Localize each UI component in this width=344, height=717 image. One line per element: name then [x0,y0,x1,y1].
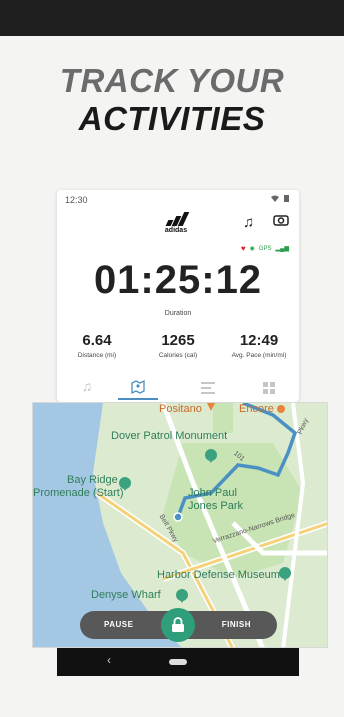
map-label-monument: Dover Patrol Monument [111,430,228,442]
stat-label: Avg. Pace (min/mi) [231,352,287,359]
map-label-wharf: Denyse Wharf [91,589,161,601]
stat-value: 1265 [161,332,195,349]
map-label-park-1: John Paul [188,487,237,499]
status-time: 12:30 [65,195,88,205]
tab-bar: ♫ [57,376,299,402]
phone-screen: 12:30 adidas ♫ ♥ ◉ GPS ▂▄▆ 01:25:12 Dura… [57,190,299,402]
music-tab-icon[interactable]: ♫ [67,378,107,398]
gps-status: ♥ ◉ GPS ▂▄▆ [241,244,289,253]
map-label-bay-ridge: Bay Ridge [67,474,118,486]
headline-line-2: ACTIVITIES [78,100,266,137]
music-icon[interactable]: ♫ [243,214,254,231]
map-label-encore: Encore [239,403,274,415]
duration-value: 01:25:12 [93,258,263,302]
wifi-battery-icon [271,195,289,202]
system-nav-bar: ‹ [57,648,299,676]
stat-value: 12:49 [239,332,279,349]
lock-icon [172,617,184,632]
duration-label: Duration [164,310,192,317]
stat-label: Calories (cal) [158,352,198,359]
map-tab-icon[interactable] [118,378,158,398]
active-tab-indicator [118,398,158,400]
home-nav-icon[interactable] [169,659,187,665]
sensor-icon: ◉ [249,246,255,252]
stat-calories: 1265 Calories (cal) [138,332,218,359]
gps-label: GPS [258,245,272,252]
map-label-bay-ridge-start: Promenade (Start) [33,487,124,499]
list-tab-icon[interactable] [188,378,228,398]
heart-icon: ♥ [240,244,246,253]
map-label-positano: Positano [159,403,202,415]
lock-button[interactable] [161,608,195,642]
stat-pace: 12:49 Avg. Pace (min/mi) [219,332,299,359]
finish-button[interactable]: FINISH [222,620,251,629]
signal-icon: ▂▄▆ [275,246,289,252]
pause-button[interactable]: PAUSE [104,620,133,629]
stat-distance: 6.64 Distance (mi) [57,332,137,359]
adidas-logo: adidas [161,212,191,234]
top-status-bar [0,0,344,36]
stat-label: Distance (mi) [77,352,117,359]
stat-value: 6.64 [82,332,112,349]
status-icons [269,194,291,205]
logo-text: adidas [164,227,188,234]
grid-tab-icon[interactable] [249,378,289,398]
headline-line-1: TRACK YOUR [59,62,285,99]
map-label-park-2: Jones Park [188,500,244,512]
camera-icon[interactable] [273,214,289,226]
map-label-museum: Harbor Defense Museum [157,569,280,581]
back-nav-icon[interactable]: ‹ [107,653,111,667]
